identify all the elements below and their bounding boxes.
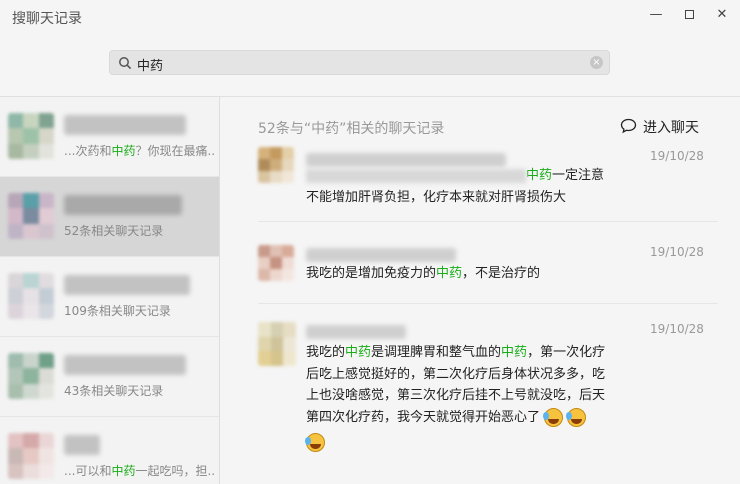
avatar: [8, 113, 54, 159]
avatar: [258, 245, 294, 281]
search-query: 中药: [137, 59, 164, 74]
contact-name-redacted: [64, 435, 100, 455]
conversation-snippet: 52条相关聊天记录: [64, 224, 164, 238]
conversation-snippet: 43条相关聊天记录: [64, 384, 164, 398]
avatar: [8, 193, 54, 239]
chat-bubble-icon: [620, 118, 637, 134]
contact-name-redacted: [64, 275, 190, 295]
message-text: 我吃的中药是调理脾胃和整气血的中药，第一次化疗 后吃上感觉挺好的，第二次化疗后身…: [305, 342, 636, 454]
divider: [258, 303, 718, 304]
emoji-laugh-cry-icon: [566, 407, 587, 427]
conversation-item[interactable]: ...可以和中药一起吃吗，担...: [0, 417, 219, 484]
search-result-message[interactable]: 19/10/28 我吃的是增加免疫力的中药，不是治疗的: [220, 245, 740, 305]
conversation-list: ...次药和中药？你现在最痛... 52条相关聊天记录 109条相关聊天记录 4…: [0, 97, 220, 484]
search-input[interactable]: 中药 ×: [109, 50, 610, 75]
maximize-icon: [684, 10, 694, 19]
clear-icon[interactable]: ×: [590, 56, 603, 69]
emoji-laugh-cry-icon: [305, 433, 325, 452]
sender-name-redacted: [306, 325, 406, 339]
text-redacted: [306, 168, 526, 183]
minimize-button[interactable]: —: [645, 6, 667, 24]
avatar: [8, 353, 54, 399]
search-result-message[interactable]: 19/10/28 中药一定注意 不能增加肝肾负担，化疗本来就对肝肾损伤大: [220, 147, 740, 239]
conversation-item[interactable]: 109条相关聊天记录: [0, 257, 219, 337]
avatar: [8, 273, 54, 319]
search-result-message[interactable]: 19/10/28 我吃的中药是调理脾胃和整气血的中药，第一次化疗 后吃上感觉挺好…: [220, 322, 740, 482]
avatar: [8, 433, 54, 479]
emoji-laugh-cry-icon: [543, 407, 564, 427]
avatar: [258, 147, 294, 183]
message-text: 我吃的是增加免疫力的中药，不是治疗的: [306, 266, 541, 281]
search-icon: [119, 57, 132, 70]
search-results-panel: 52条与“中药”相关的聊天记录 进入聊天 19/10/28 中药一定注意 不能增…: [220, 97, 740, 484]
conversation-snippet: ...可以和中药一起吃吗，担...: [64, 464, 214, 478]
window-title: 搜聊天记录: [12, 11, 82, 27]
message-date: 19/10/28: [650, 149, 704, 163]
message-text: 中药一定注意 不能增加肝肾负担，化疗本来就对肝肾损伤大: [306, 168, 605, 205]
conversation-snippet: 109条相关聊天记录: [64, 304, 171, 318]
contact-name-redacted: [64, 355, 186, 375]
contact-name-redacted: [64, 115, 186, 135]
close-button[interactable]: ✕: [711, 6, 733, 24]
title-bar: 搜聊天记录 — ✕: [0, 0, 740, 34]
sender-name-redacted: [306, 248, 456, 262]
message-date: 19/10/28: [650, 245, 704, 259]
conversation-item[interactable]: 43条相关聊天记录: [0, 337, 219, 417]
conversation-item-selected[interactable]: 52条相关聊天记录: [0, 177, 219, 257]
contact-name-redacted: [64, 195, 182, 215]
maximize-button[interactable]: [678, 6, 700, 24]
message-date: 19/10/28: [650, 322, 704, 336]
divider: [258, 221, 718, 222]
conversation-item[interactable]: ...次药和中药？你现在最痛...: [0, 97, 219, 177]
result-count: 52条与“中药”相关的聊天记录: [258, 121, 445, 137]
avatar: [258, 322, 296, 366]
conversation-snippet: ...次药和中药？你现在最痛...: [64, 144, 214, 158]
